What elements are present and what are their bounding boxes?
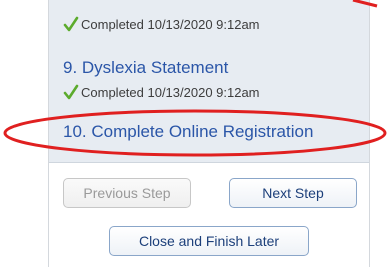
checkmark-icon — [63, 16, 79, 32]
step-8-status-text: Completed 10/13/2020 9:12am — [81, 16, 260, 32]
checkmark-icon — [63, 84, 79, 100]
step-8-status: Completed 10/13/2020 9:12am — [63, 16, 260, 32]
next-step-button[interactable]: Next Step — [229, 178, 357, 208]
registration-steps-panel: Completed 10/13/2020 9:12am 9. Dyslexia … — [48, 0, 378, 267]
red-arrow-annotation — [352, 0, 378, 8]
close-and-finish-later-button[interactable]: Close and Finish Later — [109, 226, 309, 256]
steps-list: Completed 10/13/2020 9:12am 9. Dyslexia … — [49, 0, 378, 163]
previous-step-button[interactable]: Previous Step — [63, 178, 191, 208]
step-9-status-text: Completed 10/13/2020 9:12am — [81, 84, 260, 100]
step-10-link[interactable]: 10. Complete Online Registration — [63, 122, 313, 142]
step-9-link[interactable]: 9. Dyslexia Statement — [63, 58, 228, 78]
step-9-status: Completed 10/13/2020 9:12am — [63, 84, 260, 100]
